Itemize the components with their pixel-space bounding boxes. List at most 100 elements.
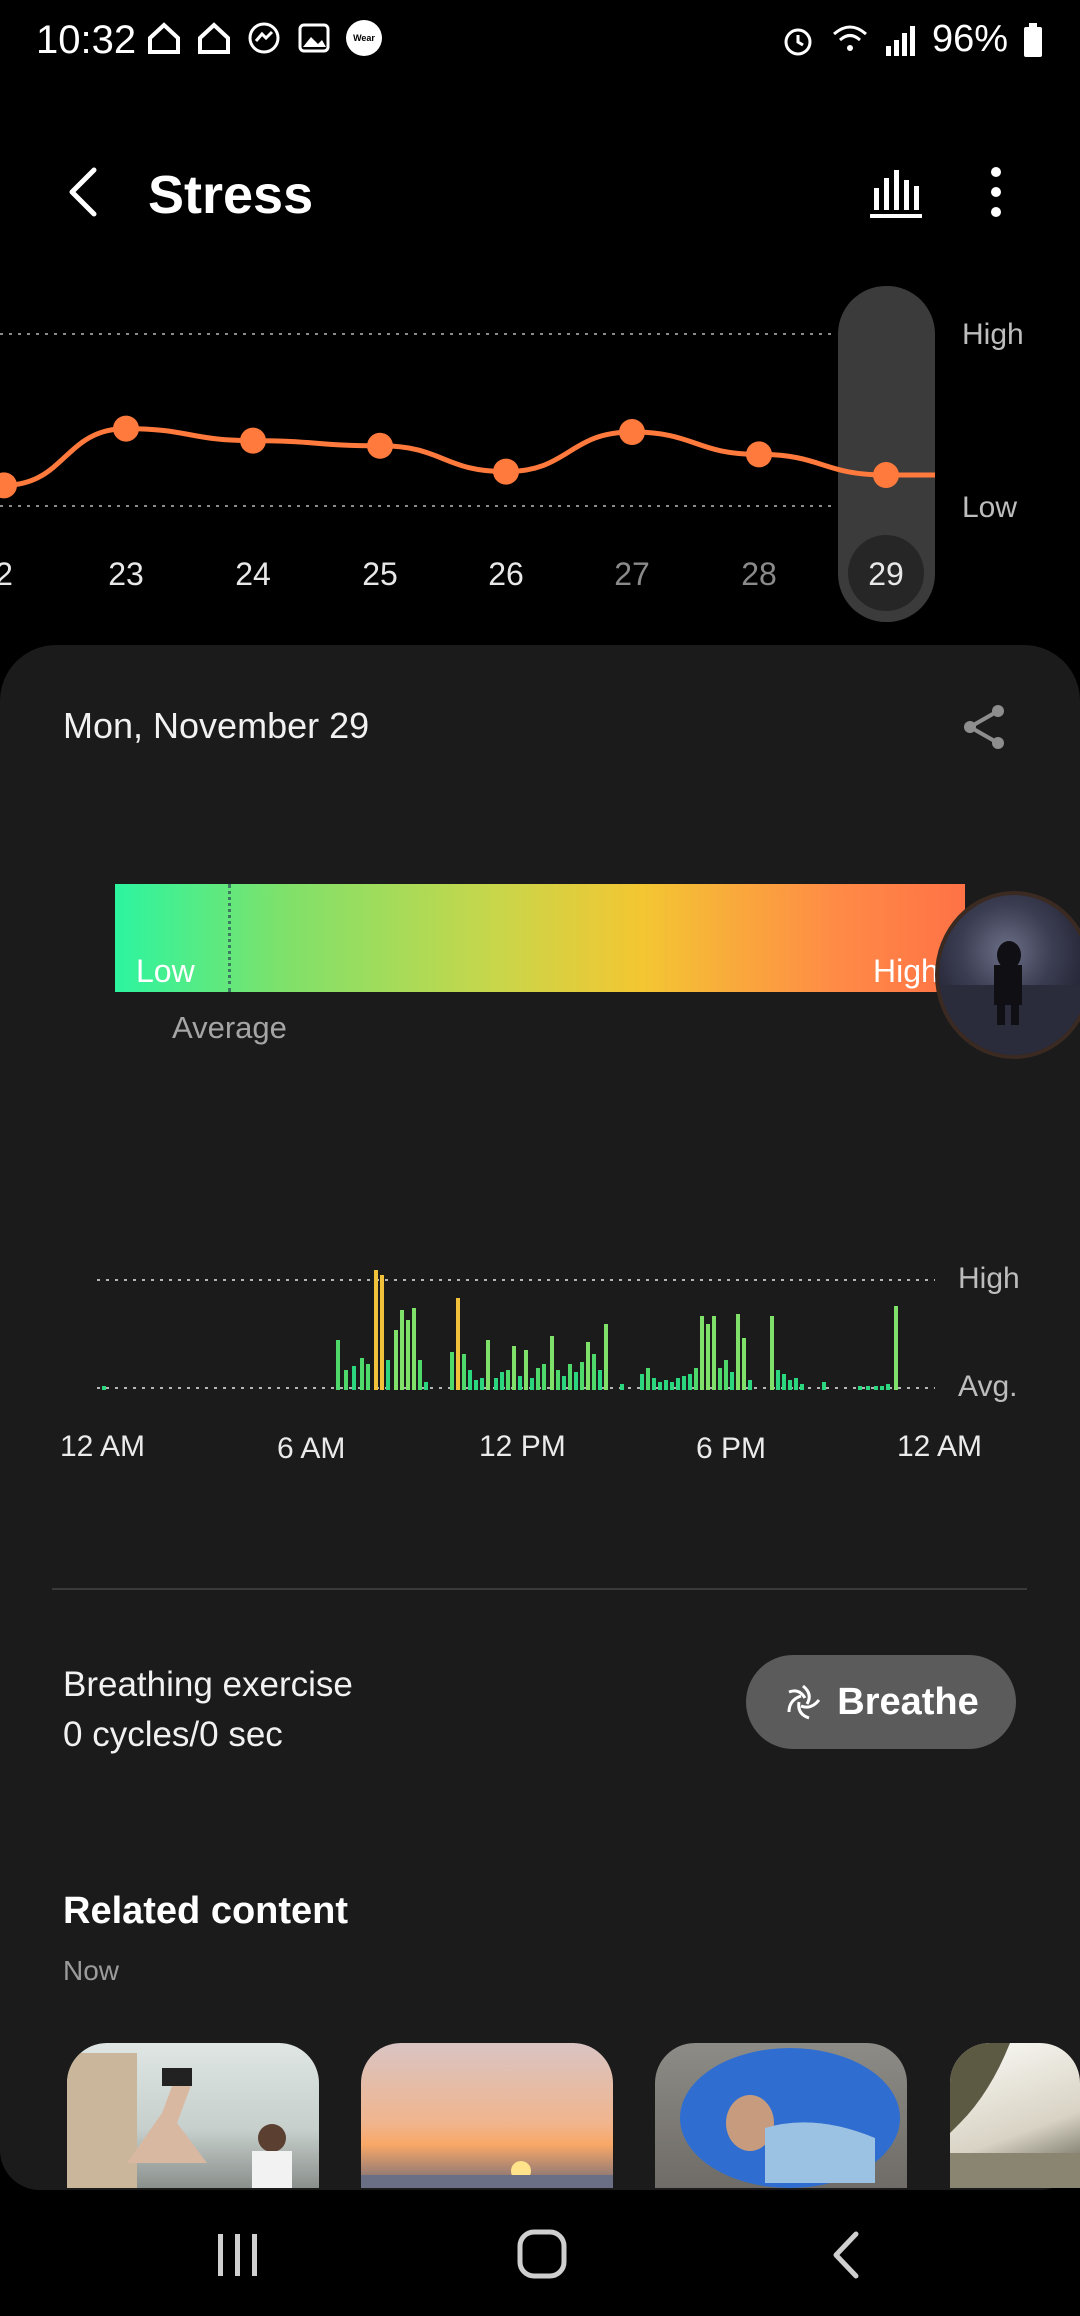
section-divider (52, 1588, 1027, 1590)
trend-point[interactable] (619, 419, 645, 446)
stress-bar (400, 1310, 404, 1390)
related-content-title: Related content (63, 1890, 349, 1932)
stress-level-gauge (115, 884, 965, 992)
back-button[interactable] (56, 162, 116, 222)
stress-bar (592, 1354, 596, 1390)
trend-point[interactable] (240, 427, 266, 454)
related-content-thumbnail[interactable] (950, 2043, 1080, 2188)
stress-bar (474, 1380, 478, 1390)
notification-icons: Wear (146, 20, 382, 56)
breathing-exercise-stats: 0 cycles/0 sec (63, 1715, 283, 1754)
bar-chart-icon[interactable] (866, 162, 926, 222)
stress-bar (366, 1364, 370, 1390)
gauge-high-label: High (873, 953, 939, 989)
stress-bar (742, 1338, 746, 1390)
selected-date: Mon, November 29 (63, 705, 370, 746)
trend-day-label[interactable]: 2 (0, 556, 13, 592)
stress-bar (494, 1378, 498, 1390)
stress-bar (620, 1384, 624, 1390)
stress-bar (500, 1372, 504, 1390)
trend-day-label[interactable]: 23 (108, 556, 144, 592)
more-options-icon[interactable] (966, 162, 1026, 222)
stress-bar (770, 1316, 774, 1390)
trend-day-label[interactable]: 25 (362, 556, 398, 592)
stress-bar (380, 1275, 384, 1390)
stress-bar (344, 1370, 348, 1390)
stress-bar (822, 1382, 826, 1390)
messenger-icon (248, 22, 280, 54)
related-content-thumbnail[interactable] (361, 2043, 613, 2188)
stress-bar (598, 1370, 602, 1390)
trend-point[interactable] (367, 432, 393, 459)
stress-bar (412, 1308, 416, 1390)
trend-point[interactable] (0, 472, 17, 499)
back-navigation-icon[interactable] (826, 2230, 866, 2280)
stress-bar (604, 1324, 608, 1390)
trend-day-label[interactable]: 24 (235, 556, 271, 592)
breathe-button[interactable]: Breathe (746, 1655, 1016, 1749)
trend-day-label[interactable]: 29 (868, 556, 904, 592)
battery-percent: 96% (931, 18, 1008, 60)
daily-high-label: High (958, 1262, 1020, 1295)
gauge-low-label: Low (136, 953, 195, 989)
stress-bar (506, 1370, 510, 1390)
stress-bar (518, 1376, 522, 1390)
stress-bar (360, 1358, 364, 1390)
stress-bar (706, 1324, 710, 1390)
stress-bar (574, 1372, 578, 1390)
related-content-subtitle: Now (63, 1955, 120, 1986)
stress-bar (386, 1360, 390, 1390)
stress-bar (782, 1374, 786, 1390)
time-label-12am-end: 12 AM (897, 1430, 983, 1463)
gallery-icon (298, 23, 330, 53)
stress-bar (646, 1368, 650, 1390)
wear-icon: Wear (346, 20, 382, 56)
trend-day-label[interactable]: 26 (488, 556, 524, 592)
stress-bar (730, 1372, 734, 1390)
trend-day-label[interactable]: 27 (614, 556, 650, 592)
stress-bar (658, 1382, 662, 1390)
app-header: Stress (0, 140, 1080, 250)
floating-profile-avatar[interactable] (935, 891, 1080, 1059)
trend-point[interactable] (873, 462, 899, 489)
daily-stress-chart: High Avg. 12 AM 6 AM 12 PM 6 PM 12 AM (0, 1190, 1080, 1540)
stress-bar (586, 1342, 590, 1390)
stress-bar (568, 1364, 572, 1390)
stress-bar (776, 1370, 780, 1390)
home-button-icon[interactable] (516, 2228, 568, 2280)
stress-bar (640, 1374, 644, 1390)
stress-bar (748, 1380, 752, 1390)
gauge-average-label: Average (172, 1010, 287, 1045)
stress-bar (886, 1384, 890, 1390)
time-label-12pm: 12 PM (479, 1430, 566, 1463)
home-icon (148, 22, 180, 54)
trend-point[interactable] (113, 415, 139, 442)
trend-chart-svg: 2 23 24 25 26 27 28 29 (0, 286, 935, 622)
stress-bar (794, 1378, 798, 1390)
stress-bar (536, 1368, 540, 1390)
stress-bar (352, 1366, 356, 1390)
weekly-trend-chart[interactable]: 2 23 24 25 26 27 28 29 High Low (0, 280, 1080, 630)
related-content-thumbnail[interactable] (655, 2043, 907, 2188)
stress-bar (102, 1386, 106, 1390)
system-navigation-bar (0, 2190, 1080, 2316)
stress-bar (336, 1340, 340, 1390)
trend-point[interactable] (493, 458, 519, 485)
stress-bar (524, 1350, 528, 1390)
related-content-thumbnail[interactable] (67, 2043, 319, 2188)
stress-bar (682, 1376, 686, 1390)
stress-bar (406, 1320, 410, 1390)
status-time: 10:32 (36, 18, 137, 62)
stress-bar (712, 1316, 716, 1390)
stress-bar (450, 1352, 454, 1390)
time-label-6pm: 6 PM (696, 1432, 767, 1465)
breathe-icon (787, 1684, 821, 1720)
trend-day-label[interactable]: 28 (741, 556, 777, 592)
breathe-button-label: Breathe (837, 1680, 979, 1723)
stress-bar (556, 1370, 560, 1390)
share-icon[interactable] (958, 701, 1010, 753)
trend-point[interactable] (746, 441, 772, 468)
recent-apps-icon[interactable] (214, 2232, 262, 2278)
stress-bar (688, 1374, 692, 1390)
stress-bar (530, 1378, 534, 1390)
